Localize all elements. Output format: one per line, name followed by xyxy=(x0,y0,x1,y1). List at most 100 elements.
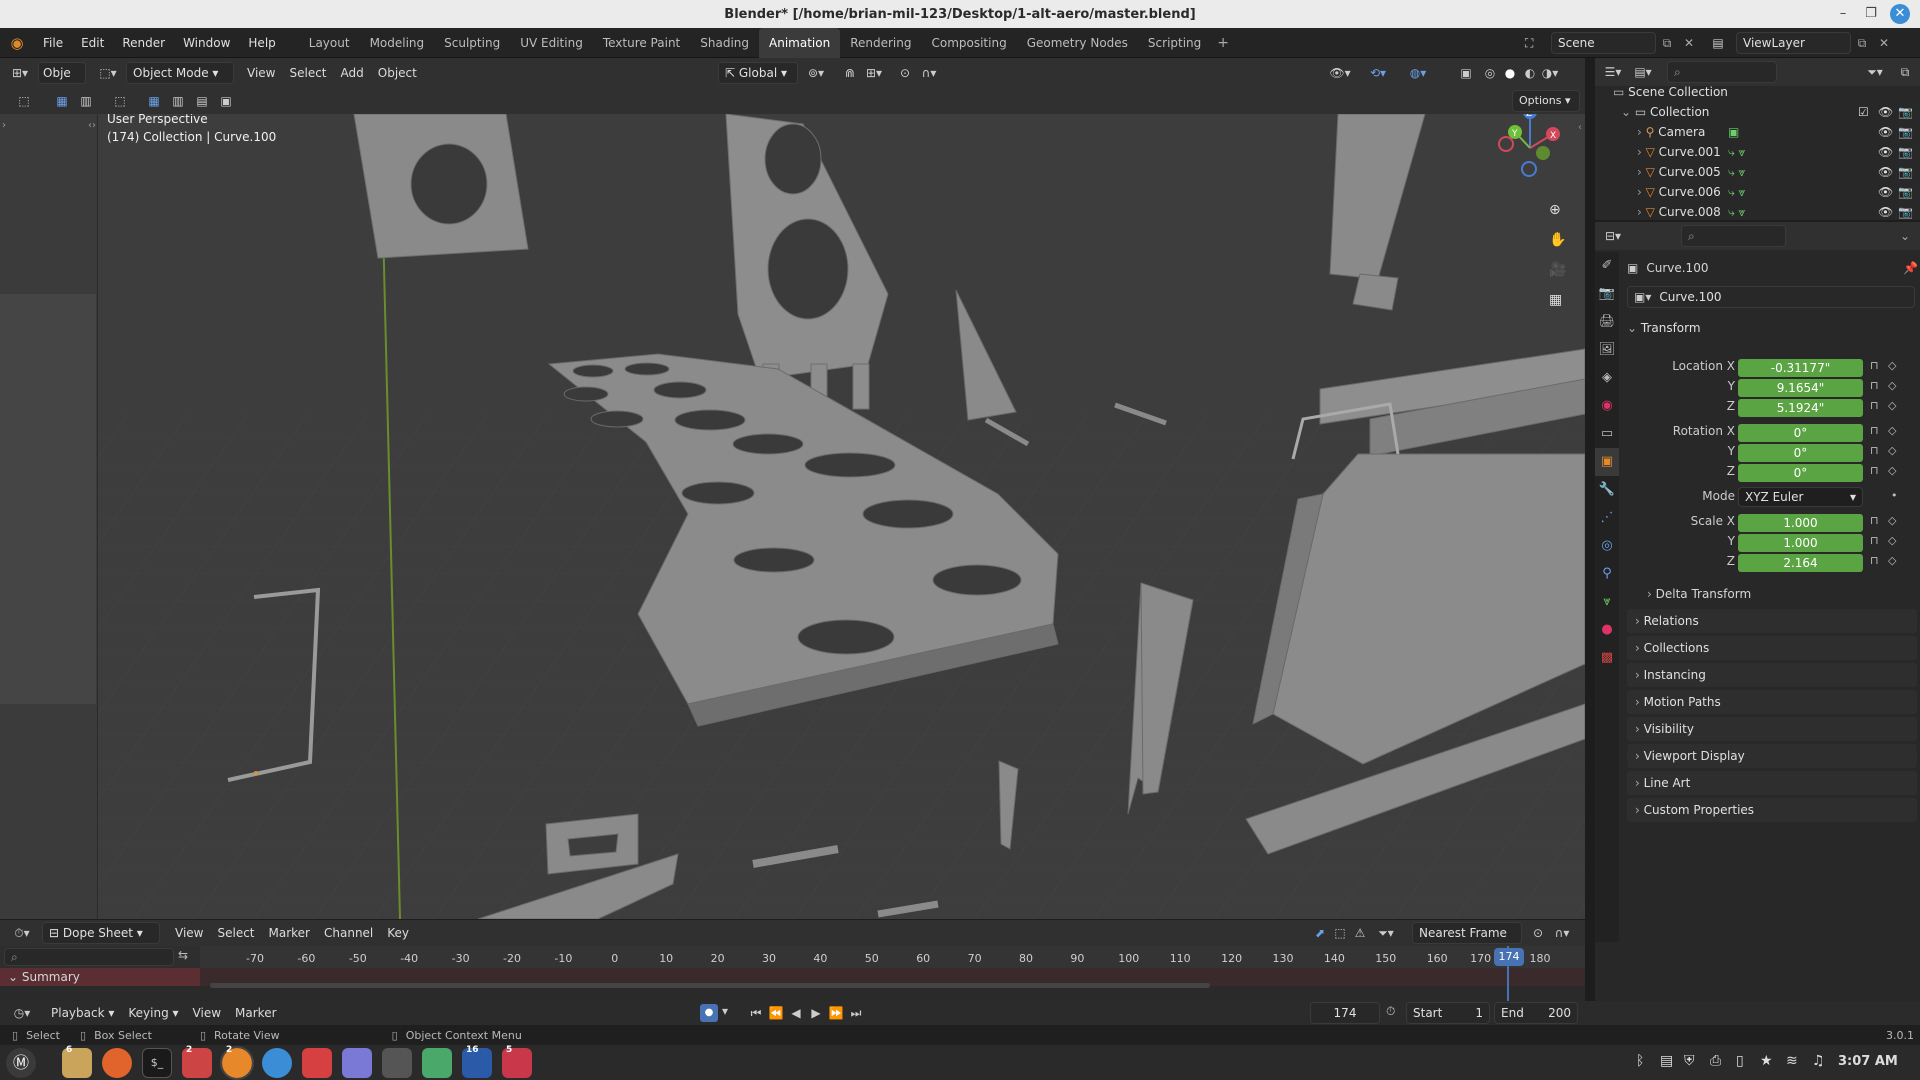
viewport-menu-add[interactable]: Add xyxy=(334,62,371,84)
tool-tab-icon[interactable]: ✐ xyxy=(1595,252,1619,280)
lock-icon[interactable]: ⊓ xyxy=(1870,554,1879,567)
rotation-x-field[interactable]: 0° xyxy=(1738,424,1863,442)
menu-window[interactable]: Window xyxy=(174,28,239,58)
panel-relations[interactable]: › Relations xyxy=(1627,609,1917,633)
checkbox-icon[interactable]: ☑ xyxy=(1858,102,1869,122)
expand-icon[interactable]: › xyxy=(1637,185,1646,199)
editor-dropdown[interactable]: Obje xyxy=(38,62,86,84)
box-mode-extend-icon[interactable]: ▥ xyxy=(166,90,190,112)
tab-rendering[interactable]: Rendering xyxy=(840,28,921,58)
eye-icon[interactable]: 👁 xyxy=(1878,182,1893,202)
properties-options-icon[interactable]: ⌄ xyxy=(1900,229,1910,243)
ortho-toggle-icon[interactable]: ▦ xyxy=(1549,292,1562,308)
render-camera-icon[interactable]: 📷 xyxy=(1898,202,1913,222)
texture-tab-icon[interactable]: ▩ xyxy=(1595,644,1619,672)
render-camera-icon[interactable]: 📷 xyxy=(1898,182,1913,202)
tab-uv-editing[interactable]: UV Editing xyxy=(510,28,593,58)
tab-compositing[interactable]: Compositing xyxy=(921,28,1016,58)
menu-file[interactable]: File xyxy=(34,28,72,58)
tab-animation[interactable]: Animation xyxy=(759,27,841,58)
tweak-tool-icon[interactable]: ⬚ xyxy=(108,90,132,112)
lock-icon[interactable]: ⊓ xyxy=(1870,514,1879,527)
new-viewlayer-icon[interactable]: ⧉ xyxy=(1851,36,1873,51)
keyframe-icon[interactable]: ◇ xyxy=(1888,359,1896,372)
outliner-item[interactable]: › ▽ Curve.008 👁 📷 ⤷ ⩔ xyxy=(1595,202,1920,222)
tab-shading[interactable]: Shading xyxy=(690,28,759,58)
rendered-shading-icon[interactable]: ◑▾ xyxy=(1538,62,1562,84)
lock-icon[interactable]: ⊓ xyxy=(1870,424,1879,437)
3d-viewport[interactable]: User Perspective (174) Collection | Curv… xyxy=(98,114,1585,919)
tab-scripting[interactable]: Scripting xyxy=(1138,28,1211,58)
scale-y-field[interactable]: 1.000 xyxy=(1738,534,1863,552)
shield-icon[interactable]: ⛨ xyxy=(1684,1053,1710,1069)
keying-options-icon[interactable]: ▾ xyxy=(722,1004,728,1018)
text-editor-icon[interactable] xyxy=(342,1048,372,1078)
proportional-icon[interactable]: ⊙ xyxy=(1526,922,1550,944)
tab-sculpting[interactable]: Sculpting xyxy=(434,28,510,58)
location-z-field[interactable]: 5.1924" xyxy=(1738,399,1863,417)
clipboard-icon[interactable]: ▤ xyxy=(1660,1053,1684,1069)
visibility-filter-icon[interactable]: 👁▾ xyxy=(1328,62,1352,84)
panel-line-art[interactable]: › Line Art xyxy=(1627,771,1917,795)
playback-menu-marker[interactable]: Marker xyxy=(228,1002,283,1024)
eye-icon[interactable]: 👁 xyxy=(1878,102,1893,122)
physics-tab-icon[interactable]: ◎ xyxy=(1595,532,1619,560)
calculator-icon[interactable] xyxy=(382,1048,412,1078)
auto-keying-icon[interactable]: ● xyxy=(700,1004,718,1022)
navigation-gizmo[interactable]: Z X Y xyxy=(1490,114,1570,188)
playback-menu-playback[interactable]: Playback ▾ xyxy=(44,1002,121,1024)
expand-icon[interactable]: › xyxy=(1637,125,1646,139)
playback-menu-keying[interactable]: Keying ▾ xyxy=(121,1002,185,1024)
keyframe-icon[interactable]: ◇ xyxy=(1888,514,1896,527)
box-mode-intersect-icon[interactable]: ▣ xyxy=(214,90,238,112)
keyframe-icon[interactable]: ◇ xyxy=(1888,464,1896,477)
select-new-icon[interactable]: ▦ xyxy=(50,90,74,112)
box-mode-subtract-icon[interactable]: ▤ xyxy=(190,90,214,112)
expand-toolbar-icon[interactable]: › xyxy=(2,120,6,131)
playback-menu-view[interactable]: View xyxy=(186,1002,228,1024)
sound-icon[interactable]: ♫ xyxy=(1812,1053,1838,1069)
scene-collection-row[interactable]: ▭ Scene Collection xyxy=(1595,82,1920,102)
dopesheet-menu-key[interactable]: Key xyxy=(380,922,416,944)
terminal-icon[interactable]: $_ xyxy=(142,1048,172,1078)
collection-row[interactable]: ⌄ ▭ Collection ☑ 👁 📷 xyxy=(1595,102,1920,122)
rotation-z-field[interactable]: 0° xyxy=(1738,464,1863,482)
snap-target-icon[interactable]: ⊞▾ xyxy=(862,62,886,84)
playhead-frame[interactable]: 174 xyxy=(1494,948,1524,966)
orientation-dropdown[interactable]: ⇱ Global ▾ xyxy=(718,62,798,84)
stopwatch-icon[interactable]: ⏱ xyxy=(1386,1004,1395,1019)
app-editor-icon[interactable] xyxy=(302,1048,332,1078)
eye-icon[interactable]: 👁 xyxy=(1878,202,1893,222)
render-camera-icon[interactable]: 📷 xyxy=(1898,102,1913,122)
sidebar-toggle-icon[interactable]: ‹ xyxy=(1578,122,1582,133)
panel-collections[interactable]: › Collections xyxy=(1627,636,1917,660)
lock-icon[interactable]: ⊓ xyxy=(1870,399,1879,412)
rotation-y-field[interactable]: 0° xyxy=(1738,444,1863,462)
keyframe-icon[interactable]: ◇ xyxy=(1888,554,1896,567)
remove-scene-icon[interactable]: ✕ xyxy=(1678,36,1700,50)
box-mode-new-icon[interactable]: ▦ xyxy=(142,90,166,112)
viewlayer-icon[interactable]: ▤ xyxy=(1700,36,1736,50)
display-mode-icon[interactable]: ▤▾ xyxy=(1631,61,1655,83)
expand-icon[interactable]: › xyxy=(1637,145,1646,159)
pin-icon[interactable]: 📌 xyxy=(1903,261,1918,275)
current-frame-field[interactable]: 174 xyxy=(1310,1002,1380,1024)
keyframe-icon[interactable]: ◇ xyxy=(1888,424,1896,437)
dopesheet-menu-select[interactable]: Select xyxy=(210,922,261,944)
swap-icon[interactable]: ⇆ xyxy=(178,948,188,962)
document-icon[interactable]: ▯ xyxy=(1736,1053,1760,1069)
frame-ruler[interactable]: -70 -60 -50 -40 -30 -20 -10 0 10 20 30 40 50 60 70 80 90… xyxy=(200,946,1585,968)
pan-hand-icon[interactable]: ✋ xyxy=(1549,232,1566,248)
eye-icon[interactable]: 👁 xyxy=(1878,142,1893,162)
mode-dropdown[interactable]: Object Mode ▾ xyxy=(126,62,234,84)
options-dropdown[interactable]: Options ▾ xyxy=(1512,90,1580,112)
lock-icon[interactable]: ⊓ xyxy=(1870,534,1879,547)
viewport-menu-object[interactable]: Object xyxy=(371,62,424,84)
overlay-icon[interactable]: ◍▾ xyxy=(1406,62,1430,84)
eye-icon[interactable]: 👁 xyxy=(1878,122,1893,142)
zoom-icon[interactable]: ⊕ xyxy=(1549,202,1561,218)
lock-icon[interactable]: ⊓ xyxy=(1870,379,1879,392)
material-tab-icon[interactable]: ● xyxy=(1595,616,1619,644)
dopesheet-mode-dropdown[interactable]: ⊟ Dope Sheet ▾ xyxy=(42,922,160,944)
falloff-icon[interactable]: ∩▾ xyxy=(917,62,941,84)
